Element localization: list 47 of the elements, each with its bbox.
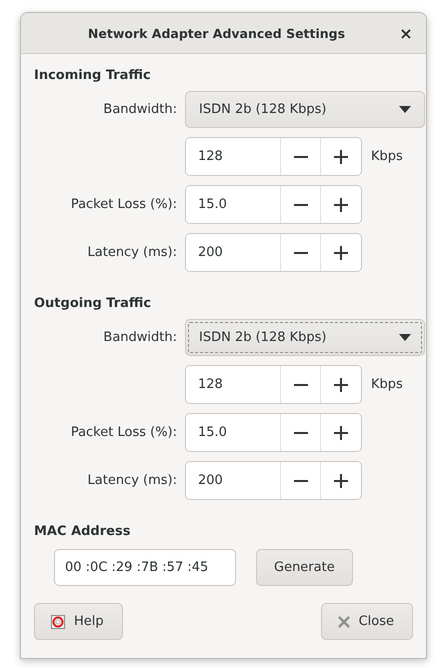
plus-icon [332, 244, 348, 260]
bandwidth-dropdown[interactable]: ISDN 2b (128 Kbps) [185, 319, 425, 356]
field-label: Packet Loss (%): [70, 425, 177, 440]
close-button[interactable]: Close [320, 603, 413, 640]
plus-icon [332, 148, 348, 164]
minus-icon [294, 432, 308, 434]
spin-control[interactable]: 128 [185, 365, 362, 404]
section-heading: MAC Address [34, 524, 132, 539]
help-button[interactable]: Help [34, 603, 123, 640]
spin-control[interactable]: 15.0 [185, 185, 362, 224]
increment-button[interactable] [320, 462, 360, 499]
increment-button[interactable] [320, 414, 360, 451]
field-label: Bandwidth: [102, 330, 177, 345]
field-label: Latency (ms): [86, 473, 177, 488]
plus-icon [332, 472, 348, 488]
section-heading: Outgoing Traffic [34, 296, 152, 311]
generate-button[interactable]: Generate [256, 549, 353, 586]
minus-icon [294, 384, 308, 386]
close-button[interactable]: × [394, 21, 418, 45]
unit-label: Kbps [371, 149, 403, 164]
plus-icon [332, 424, 348, 440]
caret-icon [399, 334, 411, 342]
section-heading: Incoming Traffic [34, 68, 152, 83]
spin-control[interactable]: 200 [185, 461, 362, 500]
minus-icon [294, 204, 308, 206]
plus-icon [332, 376, 348, 392]
spin-control[interactable]: 200 [185, 233, 362, 272]
minus-icon [294, 156, 308, 158]
increment-button[interactable] [320, 138, 360, 175]
mac-address-field[interactable]: 00 :0C :29 :7B :57 :45 [54, 549, 236, 586]
increment-button[interactable] [320, 366, 360, 403]
plus-icon [332, 196, 348, 212]
close-icon [338, 616, 350, 628]
spin-control[interactable]: 15.0 [185, 413, 362, 452]
field-label: Packet Loss (%): [70, 197, 177, 212]
minus-icon [294, 480, 308, 482]
field-label: Latency (ms): [86, 245, 177, 260]
lifebuoy-icon [51, 614, 65, 628]
window-title: Network Adapter Advanced Settings [88, 26, 346, 40]
increment-button[interactable] [320, 186, 360, 223]
caret-icon [399, 106, 411, 114]
bandwidth-dropdown[interactable]: ISDN 2b (128 Kbps) [185, 91, 425, 128]
unit-label: Kbps [371, 377, 403, 392]
minus-icon [294, 252, 308, 254]
spin-control[interactable]: 128 [185, 137, 362, 176]
increment-button[interactable] [320, 234, 360, 271]
field-label: Bandwidth: [102, 102, 177, 117]
